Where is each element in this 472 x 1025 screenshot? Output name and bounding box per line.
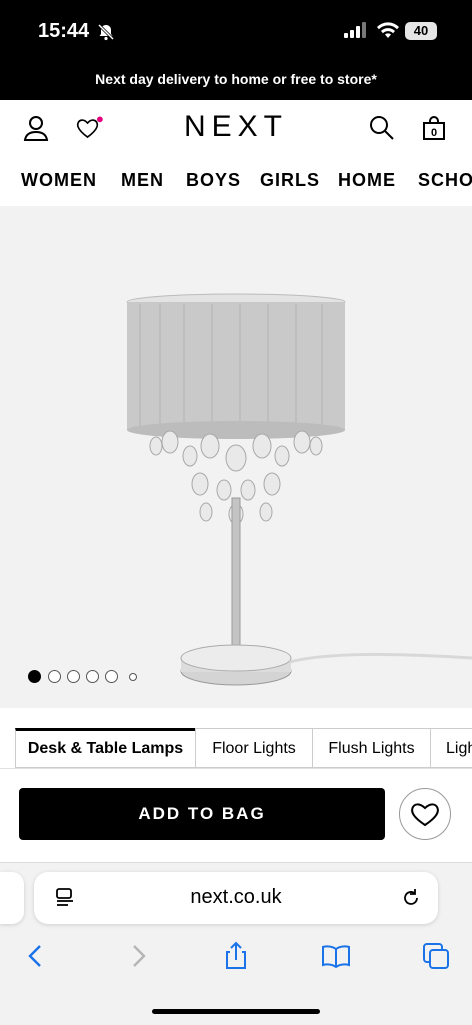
previous-tab-preview[interactable] xyxy=(0,872,24,924)
tab-flush-lights[interactable]: Flush Lights xyxy=(312,728,431,768)
status-bar: 15:44 40 xyxy=(0,0,472,60)
delivery-banner[interactable]: Next day delivery to home or free to sto… xyxy=(0,60,472,100)
add-to-bag-button[interactable]: ADD TO BAG xyxy=(19,788,385,840)
nav-item-girls[interactable]: GIRLS xyxy=(260,170,320,191)
main-nav: WOMEN MEN BOYS GIRLS HOME SCHO xyxy=(0,160,472,206)
address-bar[interactable]: next.co.uk xyxy=(34,872,438,924)
table-lamp-image xyxy=(126,293,472,686)
bag-count: 0 xyxy=(431,127,437,139)
wifi-icon xyxy=(377,22,399,38)
signal-icon xyxy=(344,22,366,38)
forward-icon[interactable] xyxy=(122,940,154,972)
carousel-dot-2[interactable] xyxy=(48,670,61,683)
nav-item-men[interactable]: MEN xyxy=(121,170,164,191)
bag-icon[interactable]: 0 xyxy=(420,114,448,142)
carousel-dot-5[interactable] xyxy=(105,670,118,683)
nav-item-school[interactable]: SCHO xyxy=(418,170,472,191)
share-icon[interactable] xyxy=(220,940,252,972)
carousel-dot-3[interactable] xyxy=(67,670,80,683)
search-icon[interactable] xyxy=(368,114,396,142)
category-tabs: Desk & Table Lamps Floor Lights Flush Li… xyxy=(0,728,472,770)
carousel-dot-6[interactable] xyxy=(129,673,137,681)
tab-desk-table-lamps[interactable]: Desk & Table Lamps xyxy=(15,728,196,768)
nav-item-boys[interactable]: BOYS xyxy=(186,170,241,191)
favourite-button[interactable] xyxy=(399,788,451,840)
carousel-dot-4[interactable] xyxy=(86,670,99,683)
nav-item-home[interactable]: HOME xyxy=(338,170,396,191)
bookmarks-icon[interactable] xyxy=(320,940,352,972)
next-logo[interactable]: NEXT xyxy=(0,110,472,144)
site-header: NEXT 0 xyxy=(0,100,472,158)
tabs-icon[interactable] xyxy=(420,940,452,972)
back-icon[interactable] xyxy=(20,940,52,972)
home-indicator[interactable] xyxy=(152,1009,320,1014)
status-time: 15:44 xyxy=(38,20,90,42)
url-text: next.co.uk xyxy=(190,886,282,908)
bell-muted-icon xyxy=(97,23,115,41)
nav-item-women[interactable]: WOMEN xyxy=(21,170,97,191)
product-image[interactable] xyxy=(0,206,472,708)
tab-lights-more[interactable]: Ligh xyxy=(430,728,472,768)
reload-icon[interactable] xyxy=(400,887,422,909)
tab-floor-lights[interactable]: Floor Lights xyxy=(195,728,313,768)
carousel-dot-1[interactable] xyxy=(28,670,41,683)
battery-indicator: 40 xyxy=(405,22,437,40)
heart-icon xyxy=(411,803,439,827)
